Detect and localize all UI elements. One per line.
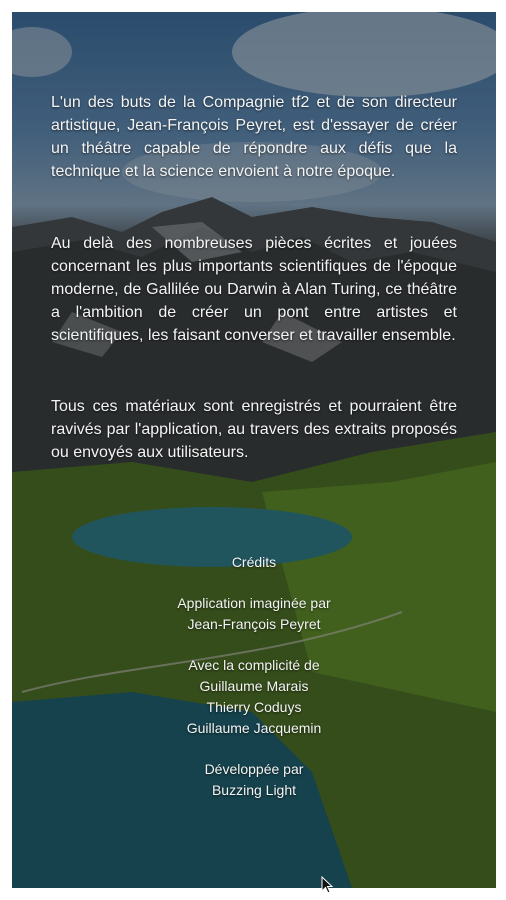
complicity-name: Thierry Coduys [206, 699, 302, 715]
about-paragraph-3: Tous ces matériaux sont enregistrés et p… [51, 398, 457, 461]
about-paragraph-2: Au delà des nombreuses pièces écrites et… [51, 235, 457, 344]
mouse-pointer-icon [321, 876, 333, 894]
developer-name: Buzzing Light [211, 782, 297, 798]
developer-heading: Développée par [204, 761, 304, 777]
complicity-name: Guillaume Marais [199, 678, 309, 694]
credits-section: Crédits Application imaginée par Jean-Fr… [12, 552, 496, 801]
about-content: L'un des buts de la Compagnie tf2 et de … [12, 12, 496, 888]
concept-heading: Application imaginée par [177, 595, 331, 611]
concept-name: Jean-François Peyret [187, 616, 321, 632]
complicity-name: Guillaume Jacquemin [186, 720, 322, 736]
about-paragraph-1: L'un des buts de la Compagnie tf2 et de … [51, 94, 457, 180]
app-screen: L'un des buts de la Compagnie tf2 et de … [12, 12, 496, 888]
credits-title: Crédits [231, 554, 277, 570]
complicity-heading: Avec la complicité de [188, 657, 320, 673]
